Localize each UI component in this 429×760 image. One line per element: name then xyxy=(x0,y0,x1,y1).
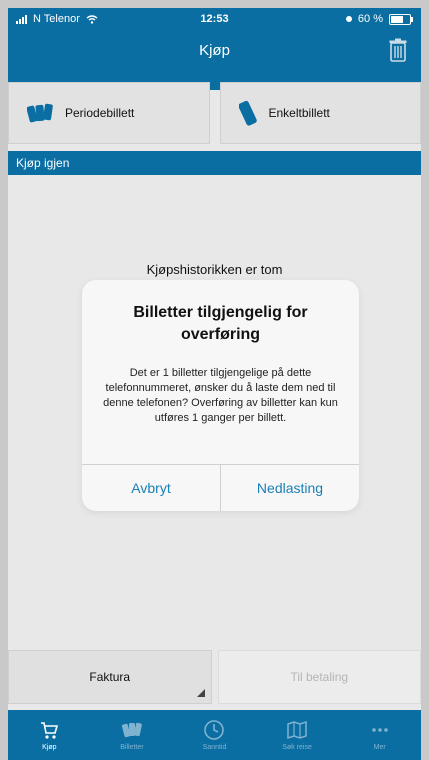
status-right: 60 % xyxy=(345,13,413,25)
tab-realtime[interactable]: Sanntid xyxy=(173,710,256,760)
tab-tickets[interactable]: Billetter xyxy=(91,710,174,760)
tab-more-label: Mer xyxy=(373,744,386,751)
period-ticket-label: Periodebillett xyxy=(65,106,135,120)
tab-bar: Kjøp Billetter Sanntid Søk reise Mer xyxy=(8,710,421,760)
dialog-title: Billetter tilgjengelig for overføring xyxy=(133,304,308,343)
download-button[interactable]: Nedlasting xyxy=(221,464,359,511)
map-icon xyxy=(287,720,307,740)
tab-buy-label: Kjøp xyxy=(42,744,57,751)
clock-icon xyxy=(204,720,225,740)
tab-tickets-label: Billetter xyxy=(120,744,144,751)
trash-icon[interactable] xyxy=(389,38,407,62)
period-ticket-icon xyxy=(27,103,53,123)
page-title: Kjøp xyxy=(199,42,230,59)
single-ticket-label: Enkeltbillett xyxy=(268,106,330,120)
battery-label: 60 % xyxy=(357,13,383,25)
top-bar: N Telenor 12:53 60 % Kjøp xyxy=(8,8,421,90)
pay-button[interactable]: Til betaling xyxy=(217,650,421,704)
empty-history-text: Kjøpshistorikken er tom xyxy=(146,262,283,277)
invoice-button[interactable]: Faktura xyxy=(8,650,212,704)
battery-icon xyxy=(389,13,413,25)
single-ticket-icon xyxy=(238,100,257,126)
tab-search-trip-label: Søk reise xyxy=(282,744,312,751)
status-bar: N Telenor 12:53 60 % xyxy=(8,8,421,30)
tab-search-trip[interactable]: Søk reise xyxy=(256,710,339,760)
cart-icon xyxy=(41,722,59,739)
dropdown-corner-icon xyxy=(196,689,205,697)
pay-label: Til betaling xyxy=(290,670,349,684)
tickets-icon xyxy=(121,722,142,738)
tab-buy[interactable]: Kjøp xyxy=(8,710,91,760)
tab-more[interactable]: Mer xyxy=(338,710,421,760)
invoice-label: Faktura xyxy=(89,670,131,684)
app-screen: N Telenor 12:53 60 % Kjøp Periodebillett… xyxy=(8,8,421,760)
buy-again-header: Kjøp igjen xyxy=(8,151,421,175)
more-icon xyxy=(371,728,388,732)
ticket-type-row: Periodebillett Enkeltbillett xyxy=(8,82,421,144)
cancel-button[interactable]: Avbryt xyxy=(82,464,220,511)
transfer-dialog: Billetter tilgjengelig for overføring De… xyxy=(82,280,359,511)
dialog-message: Det er 1 billetter tilgjengelige på dett… xyxy=(103,367,338,424)
period-ticket-button[interactable]: Periodebillett xyxy=(8,82,210,144)
bottom-actions: Faktura Til betaling xyxy=(8,650,421,704)
single-ticket-button[interactable]: Enkeltbillett xyxy=(219,82,421,144)
tab-realtime-label: Sanntid xyxy=(202,744,227,751)
location-dot-icon xyxy=(345,16,352,22)
